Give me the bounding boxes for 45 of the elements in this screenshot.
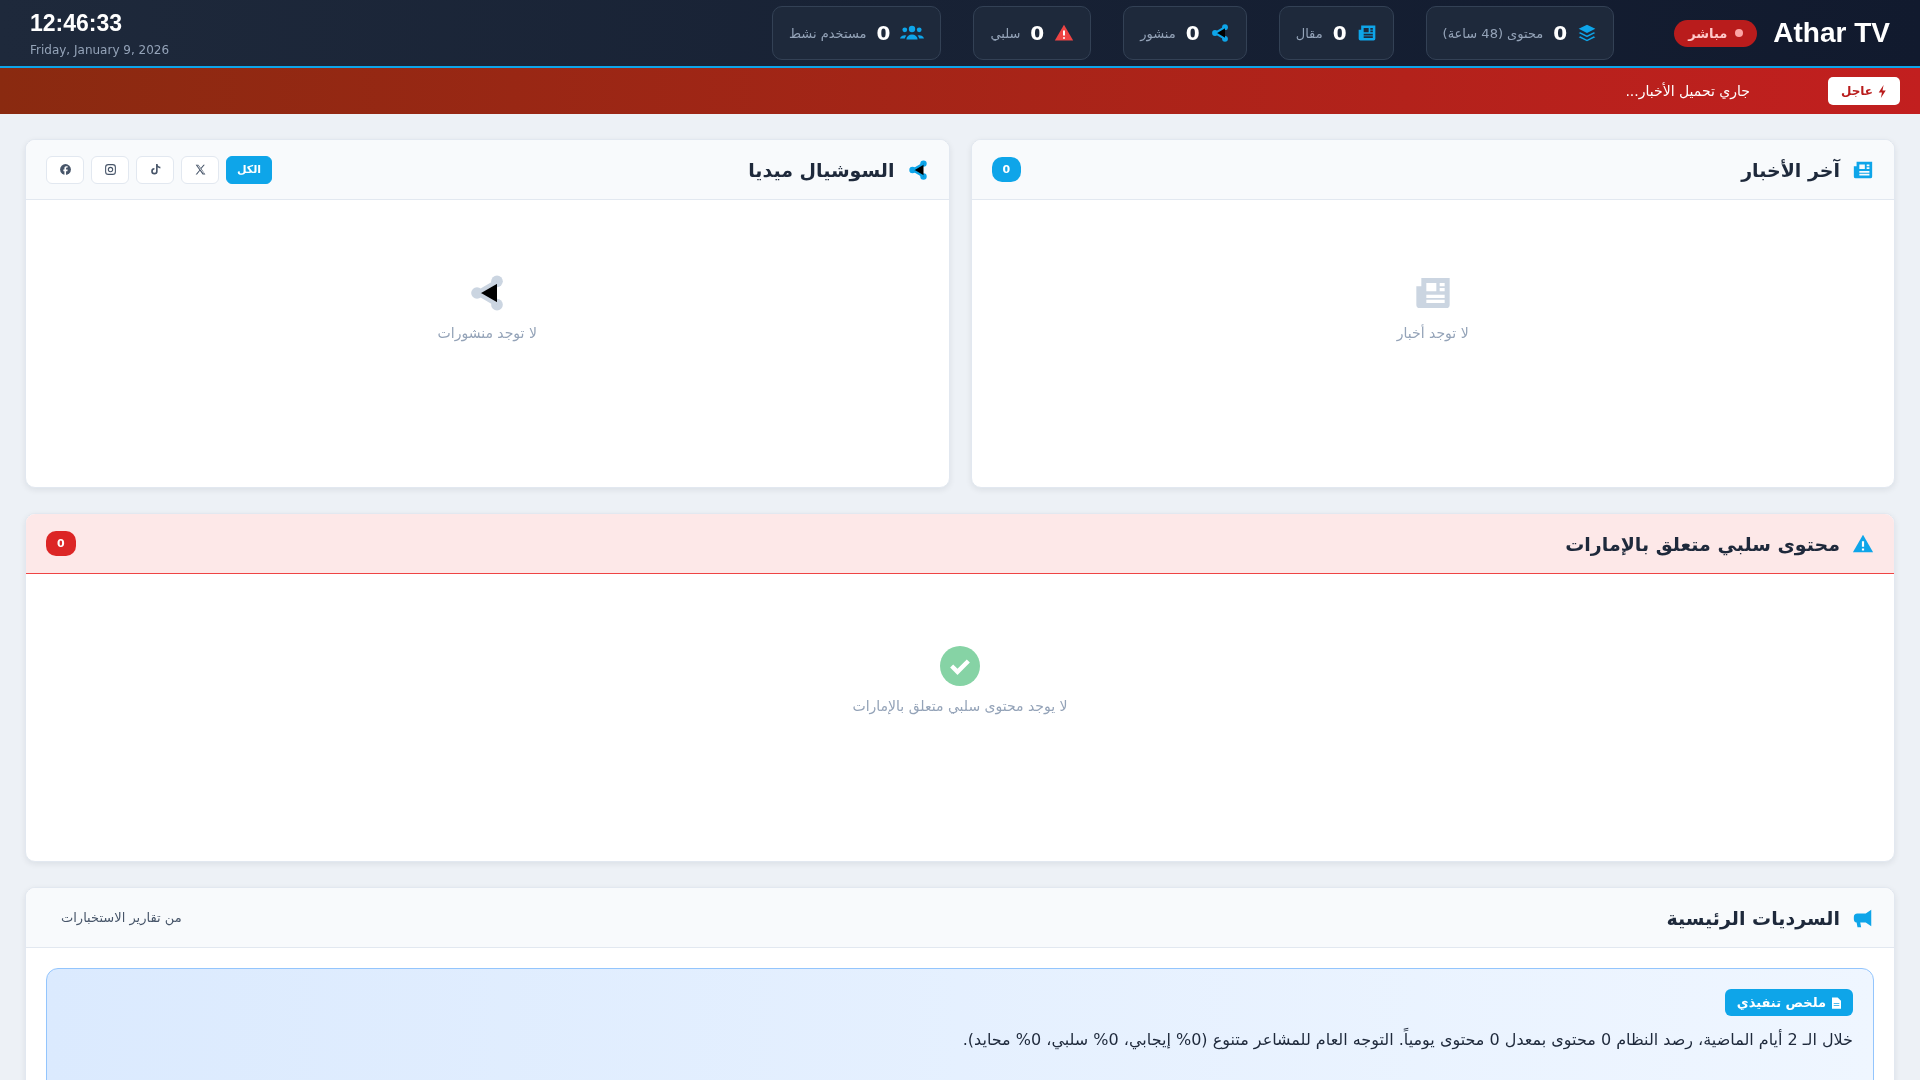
clock-date: Friday, January 9, 2026 bbox=[30, 42, 170, 57]
tiktok-logo-icon bbox=[148, 163, 162, 176]
share-icon bbox=[906, 158, 929, 181]
panel-title: محتوى سلبي متعلق بالإمارات bbox=[1565, 532, 1840, 555]
stat-value: 0 bbox=[876, 21, 891, 45]
stat-value: 0 bbox=[1185, 21, 1200, 45]
share-icon bbox=[1209, 23, 1230, 43]
stat-label: مقال bbox=[1295, 25, 1323, 41]
x-logo-icon bbox=[193, 163, 207, 176]
newspaper-icon bbox=[1356, 23, 1377, 43]
ticker-text: جاري تحميل الأخبار... bbox=[1625, 83, 1750, 99]
x-filter-button[interactable] bbox=[181, 155, 219, 184]
empty-message: لا يوجد محتوى سلبي متعلق بالإمارات bbox=[852, 698, 1068, 714]
source-note: من تقارير الاستخبارات bbox=[60, 910, 182, 925]
empty-message: لا توجد منشورات bbox=[437, 325, 537, 341]
breaking-badge: عاجل bbox=[1827, 77, 1900, 105]
stat-value: 0 bbox=[1553, 21, 1568, 45]
panel-title: السوشيال ميديا bbox=[748, 158, 895, 181]
empty-message: لا توجد أخبار bbox=[1396, 325, 1469, 341]
stat-label: مستخدم نشط bbox=[789, 25, 867, 41]
stat-label: سلبي bbox=[990, 25, 1021, 41]
instagram-filter-button[interactable] bbox=[91, 155, 129, 184]
summary-badge: ملخص تنفيذي bbox=[1724, 989, 1853, 1016]
check-circle-icon bbox=[940, 646, 980, 686]
document-icon bbox=[1832, 996, 1841, 1009]
stat-label: محتوى (48 ساعة) bbox=[1442, 25, 1544, 41]
facebook-filter-button[interactable] bbox=[46, 155, 84, 184]
stat-value: 0 bbox=[1030, 21, 1045, 45]
warning-icon bbox=[1054, 23, 1075, 43]
facebook-logo-icon bbox=[58, 163, 72, 176]
layers-icon bbox=[1577, 23, 1598, 43]
live-badge: مباشر bbox=[1674, 19, 1758, 47]
bolt-icon bbox=[1878, 84, 1887, 98]
stat-label: منشور bbox=[1140, 25, 1176, 41]
count-badge: 0 bbox=[991, 157, 1022, 182]
panel-title: السرديات الرئيسية bbox=[1666, 906, 1840, 929]
summary-text: خلال الـ 2 أيام الماضية، رصد النظام 0 محتوى بمعدل 0 محتوى يومياً. التوجه العام للمشاعر متنوع (0% إيجابي، 0% سلبي، 0% محايد). bbox=[962, 1030, 1853, 1049]
clock-time: 12:46:33 bbox=[30, 9, 123, 37]
filter-tab[interactable]: الكل bbox=[226, 155, 273, 184]
stat-value: 0 bbox=[1332, 21, 1347, 45]
instagram-logo-icon bbox=[103, 163, 117, 176]
count-badge: 0 bbox=[46, 531, 76, 556]
tiktok-filter-button[interactable] bbox=[136, 155, 174, 184]
brand-name: Athar TV bbox=[1773, 17, 1890, 49]
panel-title: آخر الأخبار bbox=[1741, 158, 1840, 181]
